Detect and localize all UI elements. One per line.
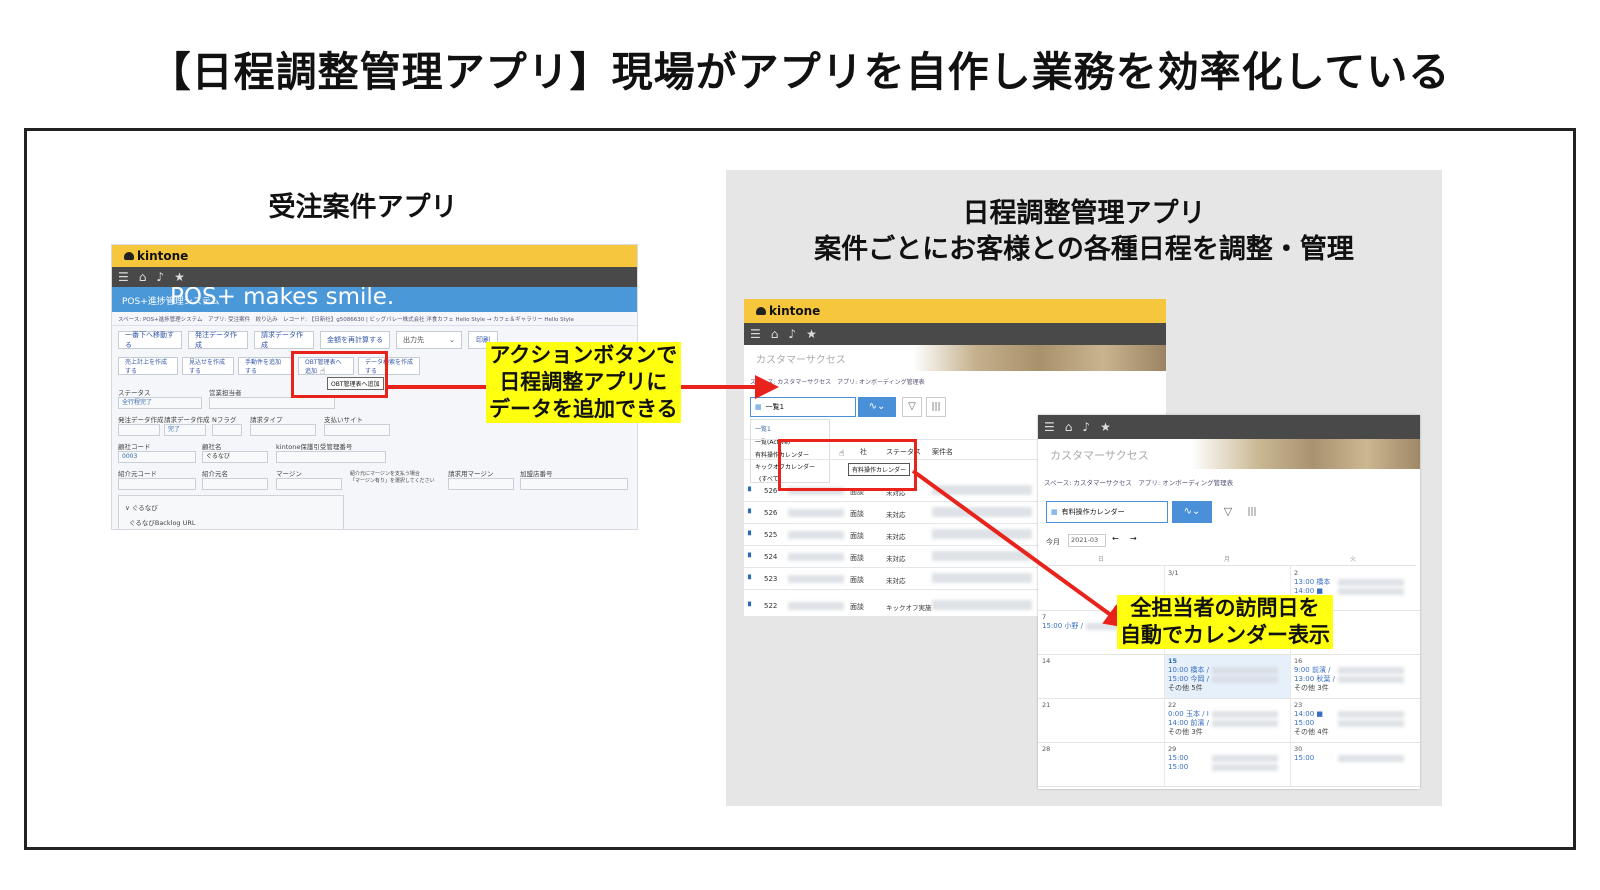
calendar-display-callout: 全担当者の訪問日を 自動でカレンダー表示 — [1117, 595, 1333, 649]
arrow-to-calendar — [911, 469, 1129, 629]
slide-title: 【日程調整管理アプリ】現場がアプリを自作し業務を効率化している — [149, 48, 1451, 96]
arrows-layer — [388, 375, 1129, 629]
action-button-callout: アクションボタンで 日程調整アプリに データを追加できる — [486, 342, 681, 423]
slide-frame: 受注案件アプリ kintone ☰ ⌂ ♪ ★ POS+進捗管理システム POS+ m… — [24, 128, 1576, 850]
